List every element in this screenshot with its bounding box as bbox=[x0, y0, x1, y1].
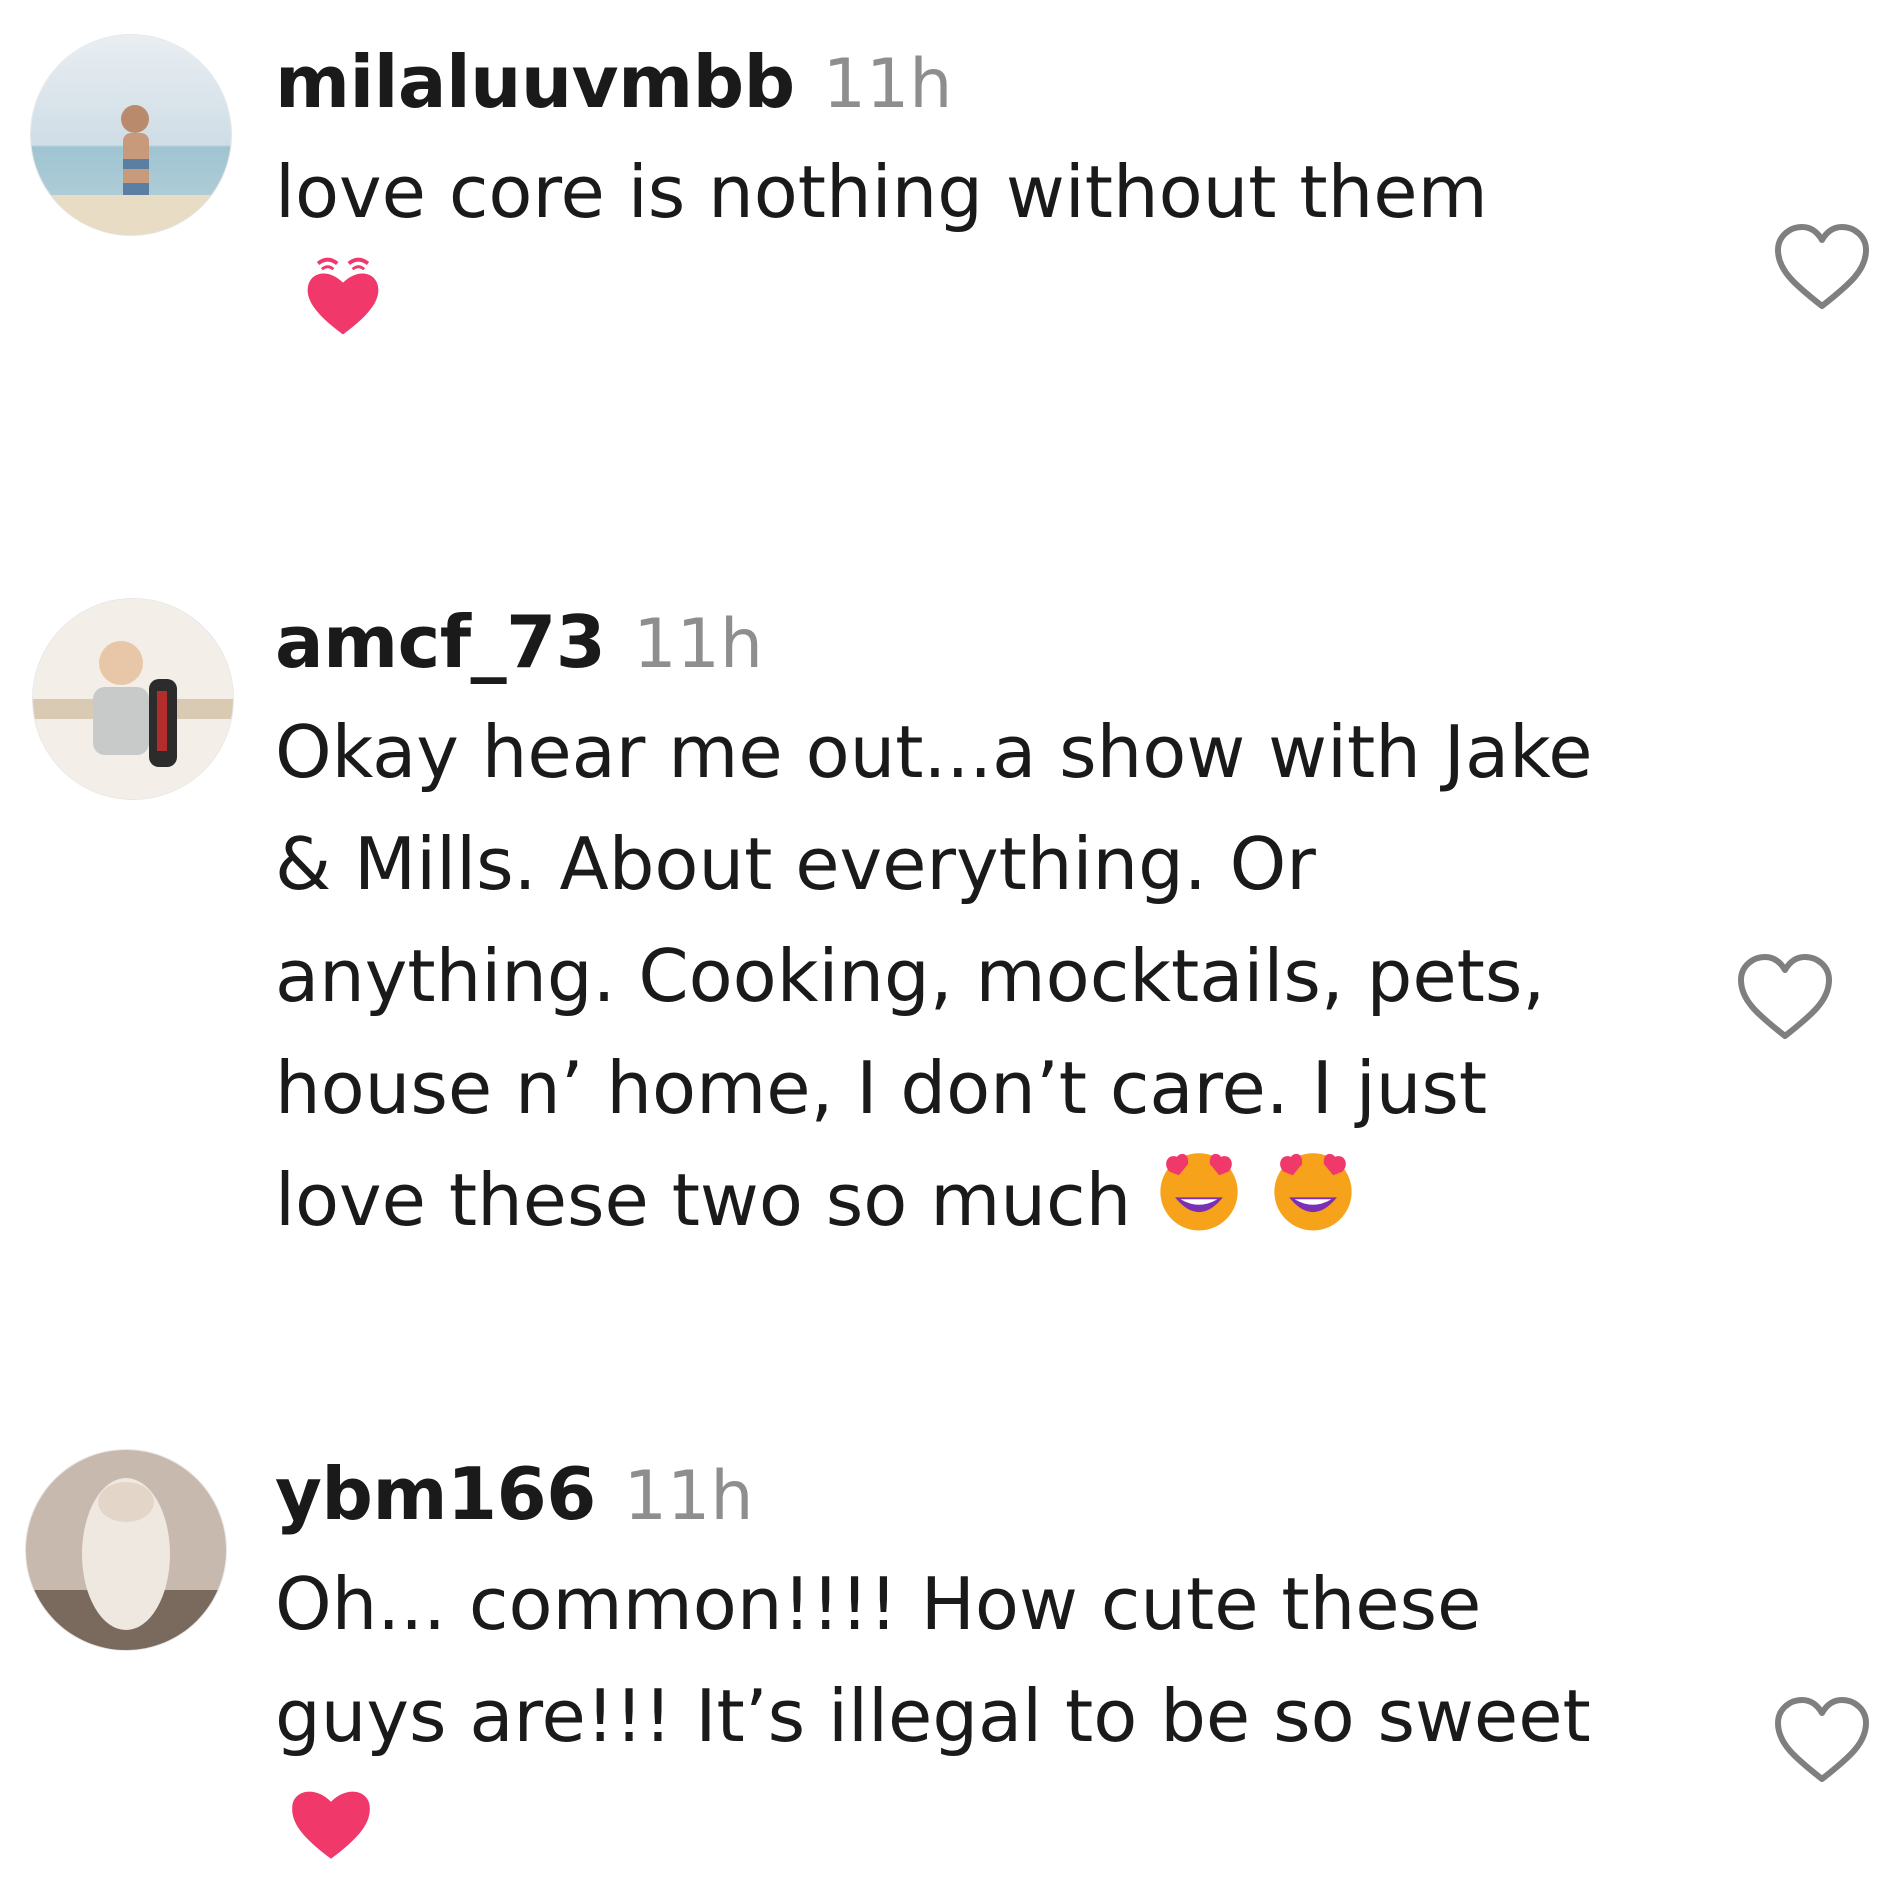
comment-body: milaluuvmbb 11h love core is nothing wit… bbox=[275, 40, 1675, 348]
comment-text-line: love these two so much bbox=[275, 1158, 1132, 1243]
heart-outline-icon bbox=[1738, 954, 1832, 1039]
comment-text-line-with-emoji: love these two so much bbox=[275, 1144, 1675, 1267]
like-button[interactable] bbox=[1772, 1695, 1872, 1785]
username[interactable]: amcf_73 bbox=[275, 600, 606, 684]
comment-text-line: Oh... common!!!! How cute these bbox=[275, 1562, 1482, 1646]
comment-body: ybm166 11h Oh... common!!!! How cute the… bbox=[275, 1452, 1675, 1872]
comment-header: ybm166 11h bbox=[275, 1452, 1675, 1548]
comment-body: amcf_73 11h Okay hear me out...a show wi… bbox=[275, 600, 1675, 1267]
like-button[interactable] bbox=[1772, 222, 1872, 312]
heart-eyes-emoji-icon bbox=[1153, 1144, 1245, 1267]
heart-outline-icon bbox=[1775, 224, 1869, 309]
username[interactable]: ybm166 bbox=[275, 1452, 596, 1536]
comment-text-line: & Mills. About everything. Or bbox=[275, 822, 1316, 906]
like-button[interactable] bbox=[1735, 952, 1835, 1042]
timestamp[interactable]: 11h bbox=[624, 1457, 754, 1536]
avatar[interactable] bbox=[25, 1449, 227, 1651]
beating-heart-icon bbox=[295, 250, 391, 346]
heart-eyes-emoji-icon bbox=[1267, 1144, 1359, 1267]
comment-text-line: Okay hear me out...a show with Jake bbox=[275, 710, 1593, 794]
avatar[interactable] bbox=[30, 34, 232, 236]
comment-header: amcf_73 11h bbox=[275, 600, 1675, 696]
comment-text-line: guys are!!! It’s illegal to be so sweet bbox=[275, 1674, 1591, 1758]
timestamp[interactable]: 11h bbox=[823, 45, 953, 124]
comment-header: milaluuvmbb 11h bbox=[275, 40, 1675, 136]
heart-emoji-icon bbox=[285, 1776, 377, 1868]
comment-emoji-line bbox=[275, 1772, 1675, 1872]
username[interactable]: milaluuvmbb bbox=[275, 40, 795, 124]
comment-text-line: love core is nothing without them bbox=[275, 150, 1488, 234]
timestamp[interactable]: 11h bbox=[633, 605, 763, 684]
avatar[interactable] bbox=[32, 598, 234, 800]
comment-emoji-line bbox=[275, 248, 1675, 348]
comment-text-line: anything. Cooking, mocktails, pets, bbox=[275, 934, 1546, 1018]
heart-outline-icon bbox=[1775, 1697, 1869, 1782]
comment-text-line: house n’ home, I don’t care. I just bbox=[275, 1046, 1488, 1130]
